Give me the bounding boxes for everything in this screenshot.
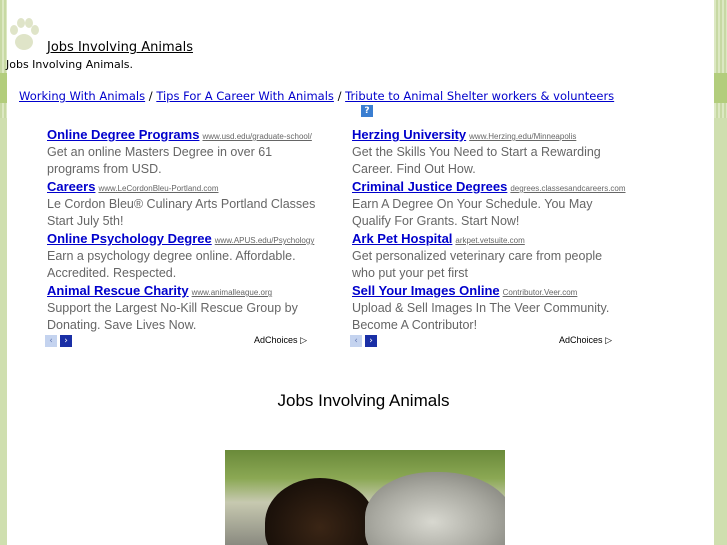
ad-url[interactable]: www.LeCordonBleu-Portland.com (98, 184, 218, 193)
ad-column-left: Online Degree Programs www.usd.edu/gradua… (47, 124, 322, 332)
ad-description: Earn A Degree On Your Schedule. You May … (352, 197, 593, 228)
adchoices-link[interactable]: AdChoices ▷ (559, 335, 612, 346)
ad-description: Get personalized veterinary care from pe… (352, 249, 603, 280)
ad-url[interactable]: www.APUS.edu/Psychology (215, 236, 315, 245)
ad-unit: Sell Your Images Online Contributor.Veer.… (352, 280, 627, 332)
ad-description: Get the Skills You Need to Start a Rewar… (352, 145, 601, 176)
chevron-right-icon[interactable]: › (60, 335, 72, 347)
adchoices-icon: ▷ (300, 335, 307, 345)
left-body-band (0, 118, 7, 545)
ad-title-link[interactable]: Criminal Justice Degrees (352, 179, 507, 194)
ad-footer-left: ‹ › AdChoices ▷ (45, 335, 307, 348)
puppy-and-kitten-photo (225, 450, 505, 545)
ad-title-link[interactable]: Careers (47, 179, 95, 194)
ad-description: Upload & Sell Images In The Veer Communi… (352, 301, 610, 332)
ad-unit: Ark Pet Hospital arkpet.vetsuite.com Get … (352, 228, 627, 280)
ad-column-right: Herzing University www.Herzing.edu/Minnea… (352, 124, 627, 332)
right-body-band (714, 118, 727, 545)
ad-description: Support the Largest No-Kill Rescue Group… (47, 301, 298, 332)
breadcrumb-separator: / (148, 89, 153, 103)
site-tagline: Jobs Involving Animals. (6, 58, 134, 71)
paw-print-icon (10, 18, 39, 50)
adchoices-link[interactable]: AdChoices ▷ (254, 335, 307, 346)
ad-description: Get an online Masters Degree in over 61 … (47, 145, 273, 176)
breadcrumb: Working With Animals / Tips For A Career… (19, 89, 614, 103)
right-header-band (714, 73, 727, 103)
puppy-shape (265, 478, 375, 545)
ad-unit: Animal Rescue Charity www.animalleague.or… (47, 280, 322, 332)
ad-url[interactable]: www.animalleague.org (192, 288, 273, 297)
ad-description: Earn a psychology degree online. Afforda… (47, 249, 296, 280)
ad-unit: Careers www.LeCordonBleu-Portland.com Le … (47, 176, 322, 228)
chevron-left-icon[interactable]: ‹ (350, 335, 362, 347)
ad-unit: Online Degree Programs www.usd.edu/gradua… (47, 124, 322, 176)
ad-title-link[interactable]: Animal Rescue Charity (47, 283, 189, 298)
ad-title-link[interactable]: Online Degree Programs (47, 127, 199, 142)
ad-title-link[interactable]: Sell Your Images Online (352, 283, 500, 298)
site-home-link[interactable]: Jobs Involving Animals (47, 40, 193, 55)
breadcrumb-shelter-tribute[interactable]: Tribute to Animal Shelter workers & volu… (345, 89, 614, 103)
kitten-shape (365, 472, 505, 545)
page-title: Jobs Involving Animals (277, 391, 450, 410)
ad-url[interactable]: www.usd.edu/graduate-school/ (202, 132, 311, 141)
ad-footer-right: ‹ › AdChoices ▷ (350, 335, 612, 348)
ad-url[interactable]: Contributor.Veer.com (503, 288, 578, 297)
adchoices-icon: ▷ (605, 335, 612, 345)
chevron-left-icon[interactable]: ‹ (45, 335, 57, 347)
ad-title-link[interactable]: Ark Pet Hospital (352, 231, 452, 246)
ad-unit: Herzing University www.Herzing.edu/Minnea… (352, 124, 627, 176)
help-icon[interactable]: ? (361, 105, 373, 117)
ad-url[interactable]: www.Herzing.edu/Minneapolis (469, 132, 576, 141)
ad-unit: Online Psychology Degree www.APUS.edu/Psy… (47, 228, 322, 280)
chevron-right-icon[interactable]: › (365, 335, 377, 347)
ad-url[interactable]: degrees.classesandcareers.com (510, 184, 625, 193)
ad-title-link[interactable]: Herzing University (352, 127, 466, 142)
breadcrumb-working-with-animals[interactable]: Working With Animals (19, 89, 145, 103)
breadcrumb-separator: / (337, 89, 342, 103)
ad-description: Le Cordon Bleu® Culinary Arts Portland C… (47, 197, 316, 228)
ad-title-link[interactable]: Online Psychology Degree (47, 231, 212, 246)
left-header-band (0, 73, 7, 103)
ad-unit: Criminal Justice Degrees degrees.classesa… (352, 176, 627, 228)
breadcrumb-career-tips[interactable]: Tips For A Career With Animals (156, 89, 334, 103)
ad-url[interactable]: arkpet.vetsuite.com (455, 236, 524, 245)
